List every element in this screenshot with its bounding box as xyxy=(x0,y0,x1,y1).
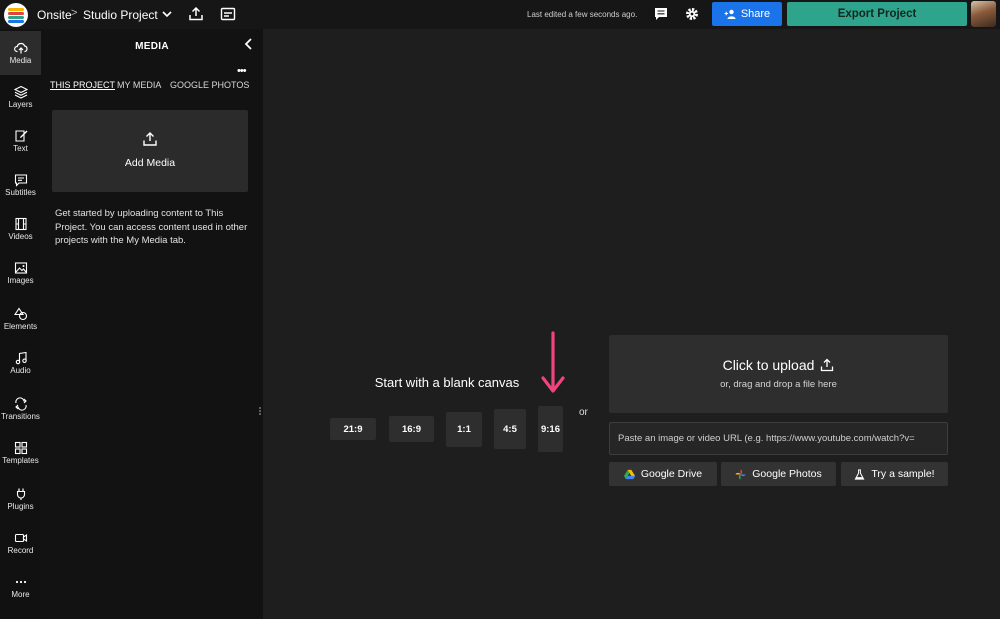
chevron-down-icon[interactable] xyxy=(160,6,174,22)
ratio-16-9-button[interactable]: 16:9 xyxy=(389,416,434,442)
google-photos-button[interactable]: Google Photos xyxy=(721,462,836,486)
more-dots-icon xyxy=(15,580,26,584)
media-panel: MEDIA ••• THIS PROJECT MY MEDIA GOOGLE P… xyxy=(41,29,263,619)
add-user-icon xyxy=(724,9,736,19)
google-drive-label: Google Drive xyxy=(640,468,703,480)
breadcrumb-separator: > xyxy=(71,7,78,19)
tab-google-photos[interactable]: GOOGLE PHOTOS xyxy=(170,80,249,90)
share-button[interactable]: Share xyxy=(712,2,782,26)
chevron-left-icon[interactable] xyxy=(242,37,256,51)
rail-label-elements: Elements xyxy=(3,322,38,331)
app-logo[interactable] xyxy=(4,3,28,27)
rail-label-record: Record xyxy=(7,546,34,555)
upload-dropzone[interactable]: Click to upload or, drag and drop a file… xyxy=(609,335,948,413)
layers-icon xyxy=(13,85,28,99)
ratio-4-5-button[interactable]: 4:5 xyxy=(494,409,526,449)
try-sample-button[interactable]: Try a sample! xyxy=(841,462,948,486)
upload-title: Click to upload xyxy=(722,357,815,373)
media-help-text: Get started by uploading content to This… xyxy=(55,208,248,246)
rail-item-layers[interactable]: Layers xyxy=(0,75,41,119)
cloud-upload-icon xyxy=(13,42,28,54)
film-icon xyxy=(14,217,27,231)
rail-label-audio: Audio xyxy=(10,366,31,375)
rail-label-videos: Videos xyxy=(8,232,33,241)
text-icon xyxy=(14,130,27,142)
add-media-label: Add Media xyxy=(124,157,176,169)
try-sample-label: Try a sample! xyxy=(871,468,935,480)
music-note-icon xyxy=(15,351,27,365)
google-drive-button[interactable]: Google Drive xyxy=(609,462,717,486)
or-separator: or xyxy=(579,407,588,418)
image-icon xyxy=(14,262,27,274)
tab-this-project[interactable]: THIS PROJECT xyxy=(50,80,115,90)
rail-item-elements[interactable]: Elements xyxy=(0,297,41,341)
google-drive-icon xyxy=(623,469,635,479)
google-photos-icon xyxy=(735,468,746,480)
video-camera-icon xyxy=(14,533,27,543)
rail-item-videos[interactable]: Videos xyxy=(0,207,41,251)
rail-label-images: Images xyxy=(7,276,34,285)
rail-label-media: Media xyxy=(9,56,32,65)
rail-label-transitions: Transitions xyxy=(1,412,40,421)
rail-label-subtitles: Subtitles xyxy=(5,188,36,197)
rail-item-transitions[interactable]: Transitions xyxy=(0,387,41,431)
blank-canvas-title: Start with a blank canvas xyxy=(374,375,520,390)
rail-item-media[interactable]: Media xyxy=(0,31,41,75)
add-media-button[interactable]: Add Media xyxy=(52,110,248,192)
upload-title-row: Click to upload xyxy=(609,357,948,373)
rail-item-subtitles[interactable]: Subtitles xyxy=(0,163,41,207)
comment-icon[interactable] xyxy=(652,5,670,23)
project-name[interactable]: Studio Project xyxy=(83,8,158,22)
subtitles-icon xyxy=(14,174,27,187)
transition-icon xyxy=(14,397,27,411)
more-options-button[interactable]: ••• xyxy=(237,65,247,77)
share-label: Share xyxy=(740,8,771,20)
tab-my-media[interactable]: MY MEDIA xyxy=(117,80,161,90)
ratio-9-16-button[interactable]: 9:16 xyxy=(538,406,563,452)
rail-label-layers: Layers xyxy=(8,100,33,109)
rail-item-text[interactable]: Text xyxy=(0,119,41,163)
rail-item-more[interactable]: More xyxy=(0,565,41,609)
ratio-1-1-button[interactable]: 1:1 xyxy=(446,412,482,447)
rail-item-audio[interactable]: Audio xyxy=(0,341,41,385)
google-photos-label: Google Photos xyxy=(752,468,822,480)
upload-share-icon[interactable] xyxy=(187,5,205,23)
rail-label-text: Text xyxy=(13,144,28,153)
upload-subtitle: or, drag and drop a file here xyxy=(720,379,837,390)
grid-icon xyxy=(14,441,27,455)
plug-icon xyxy=(16,488,25,500)
export-project-button[interactable]: Export Project xyxy=(787,2,967,26)
arrow-down-annotation-icon xyxy=(541,331,565,393)
top-bar: Onsite > Studio Project Last edited a fe… xyxy=(0,0,1000,29)
media-url-input[interactable] xyxy=(609,422,948,455)
upload-icon xyxy=(143,132,157,146)
shapes-icon xyxy=(13,307,27,321)
rail-item-plugins[interactable]: Plugins xyxy=(0,477,41,521)
upload-icon xyxy=(821,358,834,372)
subtitles-editor-icon[interactable] xyxy=(219,5,237,23)
flask-icon xyxy=(854,468,865,480)
breadcrumb-workspace[interactable]: Onsite xyxy=(37,8,72,22)
avatar[interactable] xyxy=(971,1,996,27)
ratio-21-9-button[interactable]: 21:9 xyxy=(330,418,376,440)
panel-title: MEDIA xyxy=(135,41,169,52)
gear-icon[interactable] xyxy=(683,5,701,23)
rail-item-images[interactable]: Images xyxy=(0,251,41,295)
rail-label-more: More xyxy=(11,590,30,599)
panel-resize-handle[interactable] xyxy=(258,406,262,416)
rail-label-plugins: Plugins xyxy=(7,502,34,511)
rail-item-record[interactable]: Record xyxy=(0,521,41,565)
rail-label-templates: Templates xyxy=(2,456,39,465)
last-edited-status: Last edited a few seconds ago. xyxy=(527,10,638,19)
rail-item-templates[interactable]: Templates xyxy=(0,431,41,475)
left-tool-rail: Media Layers Text Subtitles Videos Image… xyxy=(0,29,41,619)
